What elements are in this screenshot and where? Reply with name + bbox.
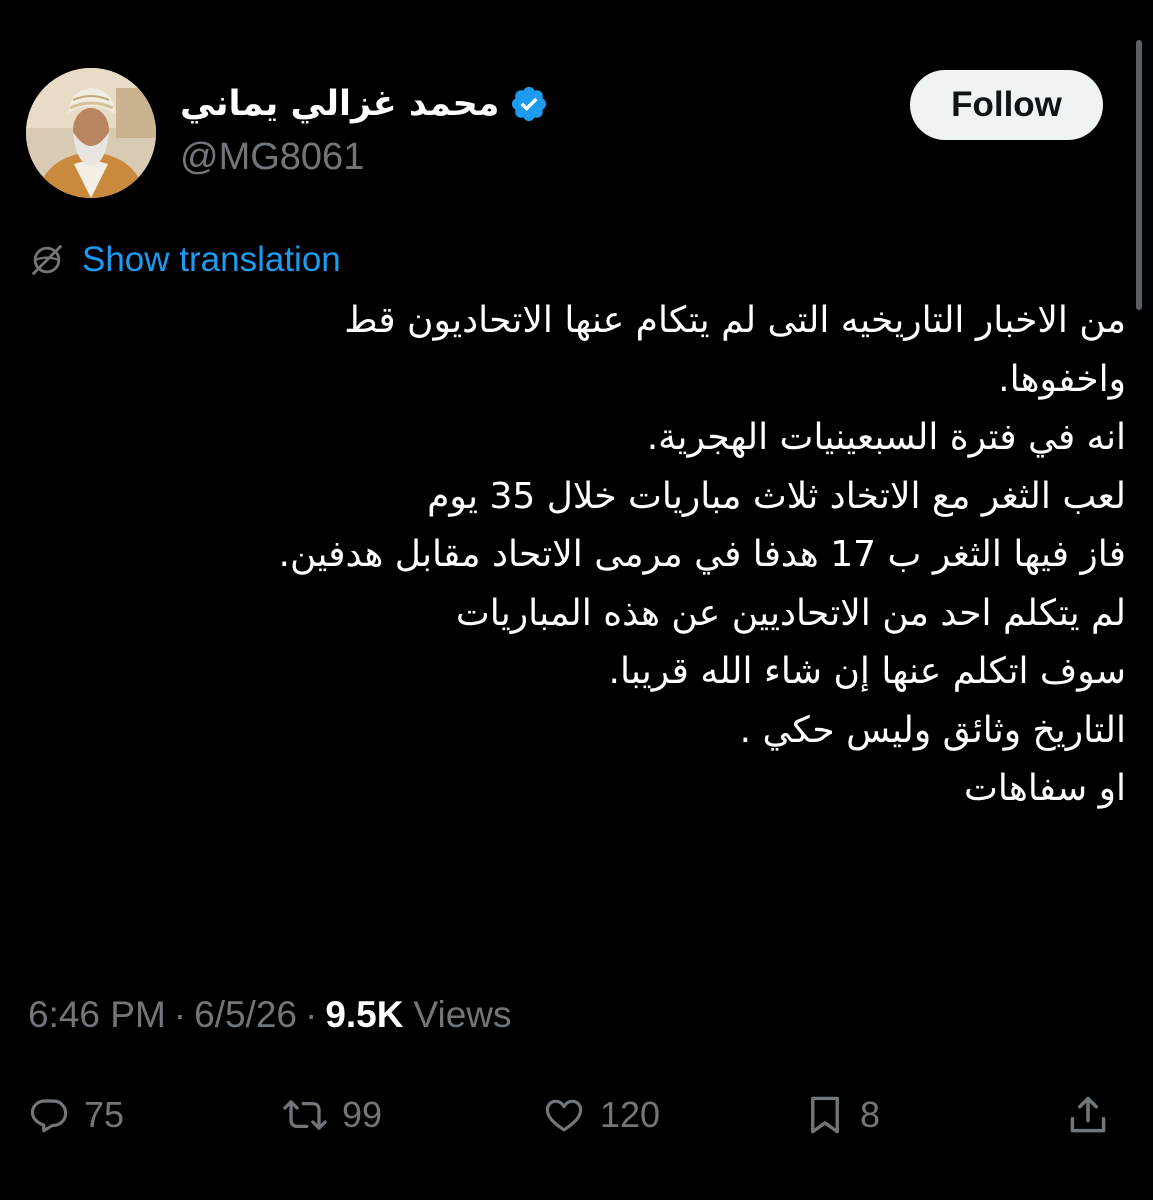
show-translation-row[interactable]: Show translation [28, 236, 341, 284]
heart-icon [542, 1094, 586, 1136]
action-bar: 75 99 120 8 [0, 1080, 1153, 1150]
like-count: 120 [600, 1094, 661, 1135]
scrollbar[interactable] [1136, 40, 1142, 310]
tweet-text-line: من الاخبار التاريخيه التى لم يتكام عنها … [344, 300, 1126, 341]
reply-count: 75 [84, 1094, 125, 1135]
show-translation-link[interactable]: Show translation [82, 240, 341, 280]
bookmark-count: 8 [860, 1094, 881, 1135]
repost-icon [282, 1094, 328, 1136]
tweet-text-line: واخفوها. [998, 358, 1126, 400]
author-display-name[interactable]: محمد غزالي يماني [180, 84, 499, 124]
repost-button[interactable]: 99 [282, 1080, 382, 1150]
tweet-text-line: التاريخ وثائق وليس حكي . [739, 709, 1126, 751]
reply-icon [28, 1094, 70, 1136]
meta-separator: · [173, 994, 187, 1035]
tweet-meta: 6:46 PM · 6/5/26 · 9.5K Views [28, 990, 512, 1040]
follow-button[interactable]: Follow [910, 70, 1103, 140]
reply-button[interactable]: 75 [28, 1080, 124, 1150]
tweet-text-line: او سفاهات [963, 768, 1126, 809]
bookmark-icon [804, 1093, 846, 1137]
tweet-text-line: انه في فترة السبعينيات الهجرية. [646, 417, 1126, 458]
tweet-text: من الاخبار التاريخيه التى لم يتكام عنها … [30, 292, 1126, 819]
share-button[interactable] [1066, 1080, 1110, 1150]
repost-count: 99 [342, 1094, 383, 1135]
tweet-date[interactable]: 6/5/26 [194, 994, 297, 1036]
avatar[interactable] [26, 68, 156, 198]
verified-badge-icon [509, 84, 549, 124]
globe-translate-icon [28, 241, 66, 279]
share-icon [1066, 1093, 1110, 1137]
tweet-text-line: فاز فيها الثغر ب 17 هدفا في مرمى الاتحاد… [278, 534, 1126, 575]
author-handle[interactable]: @MG8061 [180, 136, 364, 179]
views-count: 9.5K [325, 994, 404, 1035]
author-name-row[interactable]: محمد غزالي يماني [180, 78, 549, 130]
tweet-text-line: سوف اتكلم عنها إن شاء الله قريبا. [608, 651, 1126, 692]
bookmark-button[interactable]: 8 [804, 1080, 880, 1150]
tweet-text-line: لم يتكلم احد من الاتحاديين عن هذه المبار… [455, 592, 1126, 634]
tweet-text-line: لعب الثغر مع الاتخاد ثلاث مباريات خلال 3… [427, 475, 1126, 517]
avatar-image [26, 68, 156, 198]
meta-separator: · [305, 994, 318, 1035]
like-button[interactable]: 120 [542, 1080, 660, 1150]
views-label: Views [413, 994, 512, 1035]
tweet-time[interactable]: 6:46 PM [28, 994, 166, 1036]
